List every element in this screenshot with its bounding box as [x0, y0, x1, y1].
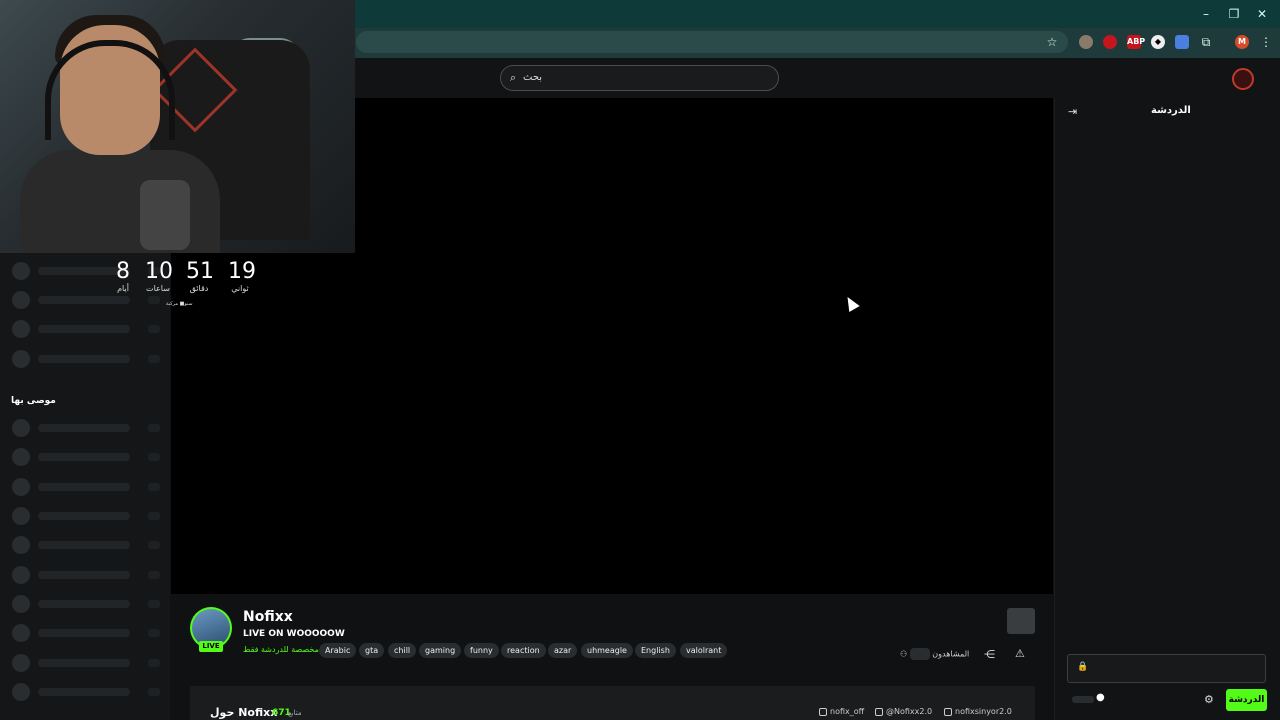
- viewers-label: المشاهدون: [932, 649, 970, 659]
- recommended-title: موصى بها: [11, 396, 56, 406]
- channel-name[interactable]: Nofixx: [243, 609, 293, 625]
- chat-input[interactable]: [1067, 654, 1266, 683]
- stream-category[interactable]: مخصصة للدردشة فقط: [243, 645, 319, 654]
- viewers-icon: ⚇: [900, 649, 908, 659]
- sidebar-skeleton-item: [12, 654, 162, 672]
- profile-avatar[interactable]: M: [1235, 35, 1249, 49]
- followers-label: متابع: [288, 709, 302, 717]
- countdown-minutes: 51 دقائق: [186, 259, 214, 294]
- discord-link[interactable]: nofixsinyor2.0: [944, 707, 1012, 716]
- sidebar-skeleton-item: [12, 320, 162, 338]
- tag-chip[interactable]: funny: [464, 643, 499, 658]
- countdown-hours: 10 ساعات: [145, 259, 173, 294]
- webcam-overlay: [0, 0, 355, 253]
- gear-icon[interactable]: ⚙: [1204, 693, 1214, 706]
- share-icon[interactable]: ⋲: [984, 648, 995, 661]
- sidebar-skeleton-item: [12, 419, 162, 437]
- tag-chip[interactable]: English: [635, 643, 676, 658]
- points-icon[interactable]: ●: [1096, 692, 1105, 703]
- sidebar-skeleton-item: [12, 683, 162, 701]
- tag-chip[interactable]: chill: [388, 643, 417, 658]
- tag-chip[interactable]: reaction: [501, 643, 546, 658]
- tag-chip[interactable]: valolrant: [680, 643, 728, 658]
- collapse-chat-icon[interactable]: ⇥: [1068, 105, 1077, 118]
- site-logo[interactable]: [1232, 68, 1254, 90]
- about-title: حول Nofixx: [210, 706, 278, 719]
- chat-panel: [1054, 98, 1280, 720]
- adblock-extension-icon[interactable]: ABP: [1127, 35, 1145, 49]
- viewers-count-placeholder: [909, 648, 930, 660]
- address-bar[interactable]: [356, 31, 1068, 53]
- close-button[interactable]: ✕: [1252, 6, 1272, 22]
- search-icon: ⌕: [510, 71, 517, 84]
- sidebar-skeleton-item: [12, 595, 162, 613]
- sidebar-skeleton-item: [12, 507, 162, 525]
- browser-menu-icon[interactable]: ⋮: [1258, 34, 1274, 50]
- instagram-link[interactable]: nofix_off: [819, 707, 864, 716]
- chat-send-button[interactable]: الدردشة: [1226, 689, 1267, 711]
- tag-chip[interactable]: azar: [548, 643, 578, 658]
- extensions-puzzle-icon[interactable]: ⧉: [1198, 34, 1214, 50]
- live-badge: LIVE: [199, 641, 223, 652]
- tag-chip[interactable]: gta: [359, 643, 385, 658]
- viewers-count: ⚇ المشاهدون: [900, 648, 969, 660]
- report-warning-icon[interactable]: ⚠: [1015, 647, 1025, 660]
- instagram-icon: [819, 707, 827, 716]
- youtube-link[interactable]: @Nofixx2.0: [875, 707, 932, 716]
- sidebar-skeleton-item: [12, 478, 162, 496]
- discord-icon: [944, 707, 952, 716]
- youtube-icon: [875, 707, 883, 716]
- bookmark-star-icon[interactable]: ☆: [1044, 34, 1060, 50]
- sidebar-skeleton-item: [12, 566, 162, 584]
- restore-button[interactable]: ❐: [1224, 6, 1244, 22]
- tag-chip[interactable]: Arabic: [319, 643, 357, 658]
- countdown-seconds: 19 ثواني: [228, 259, 256, 294]
- stream-title: LIVE ON WOOOOOW: [243, 629, 345, 639]
- search-input[interactable]: ⌕ بحث: [500, 65, 779, 91]
- sidebar-skeleton-item: [12, 350, 162, 368]
- translate-extension-icon[interactable]: [1175, 35, 1189, 49]
- tag-chip[interactable]: gaming: [419, 643, 462, 658]
- tag-chip[interactable]: uhmeagle: [581, 643, 633, 658]
- search-placeholder: بحث: [523, 72, 543, 83]
- sidebar-skeleton-item: [12, 262, 162, 280]
- sidebar-skeleton-item: [12, 448, 162, 466]
- sidebar-skeleton-item: [12, 536, 162, 554]
- minimize-button[interactable]: –: [1196, 6, 1216, 22]
- sidebar-skeleton-item: [12, 291, 162, 309]
- countdown-note: سنو■ مركبة: [166, 301, 193, 307]
- points-bar: [1072, 696, 1094, 703]
- countdown-days: 8 أيام: [116, 259, 130, 294]
- sidebar-skeleton-item: [12, 624, 162, 642]
- chat-title: الدردشة: [1151, 105, 1191, 116]
- extension-icon[interactable]: [1079, 35, 1093, 49]
- extension-icon[interactable]: [1103, 35, 1117, 49]
- extension-icon[interactable]: ◆: [1151, 35, 1165, 49]
- lock-icon: 🔒: [1077, 662, 1089, 672]
- follow-button[interactable]: [1007, 608, 1035, 634]
